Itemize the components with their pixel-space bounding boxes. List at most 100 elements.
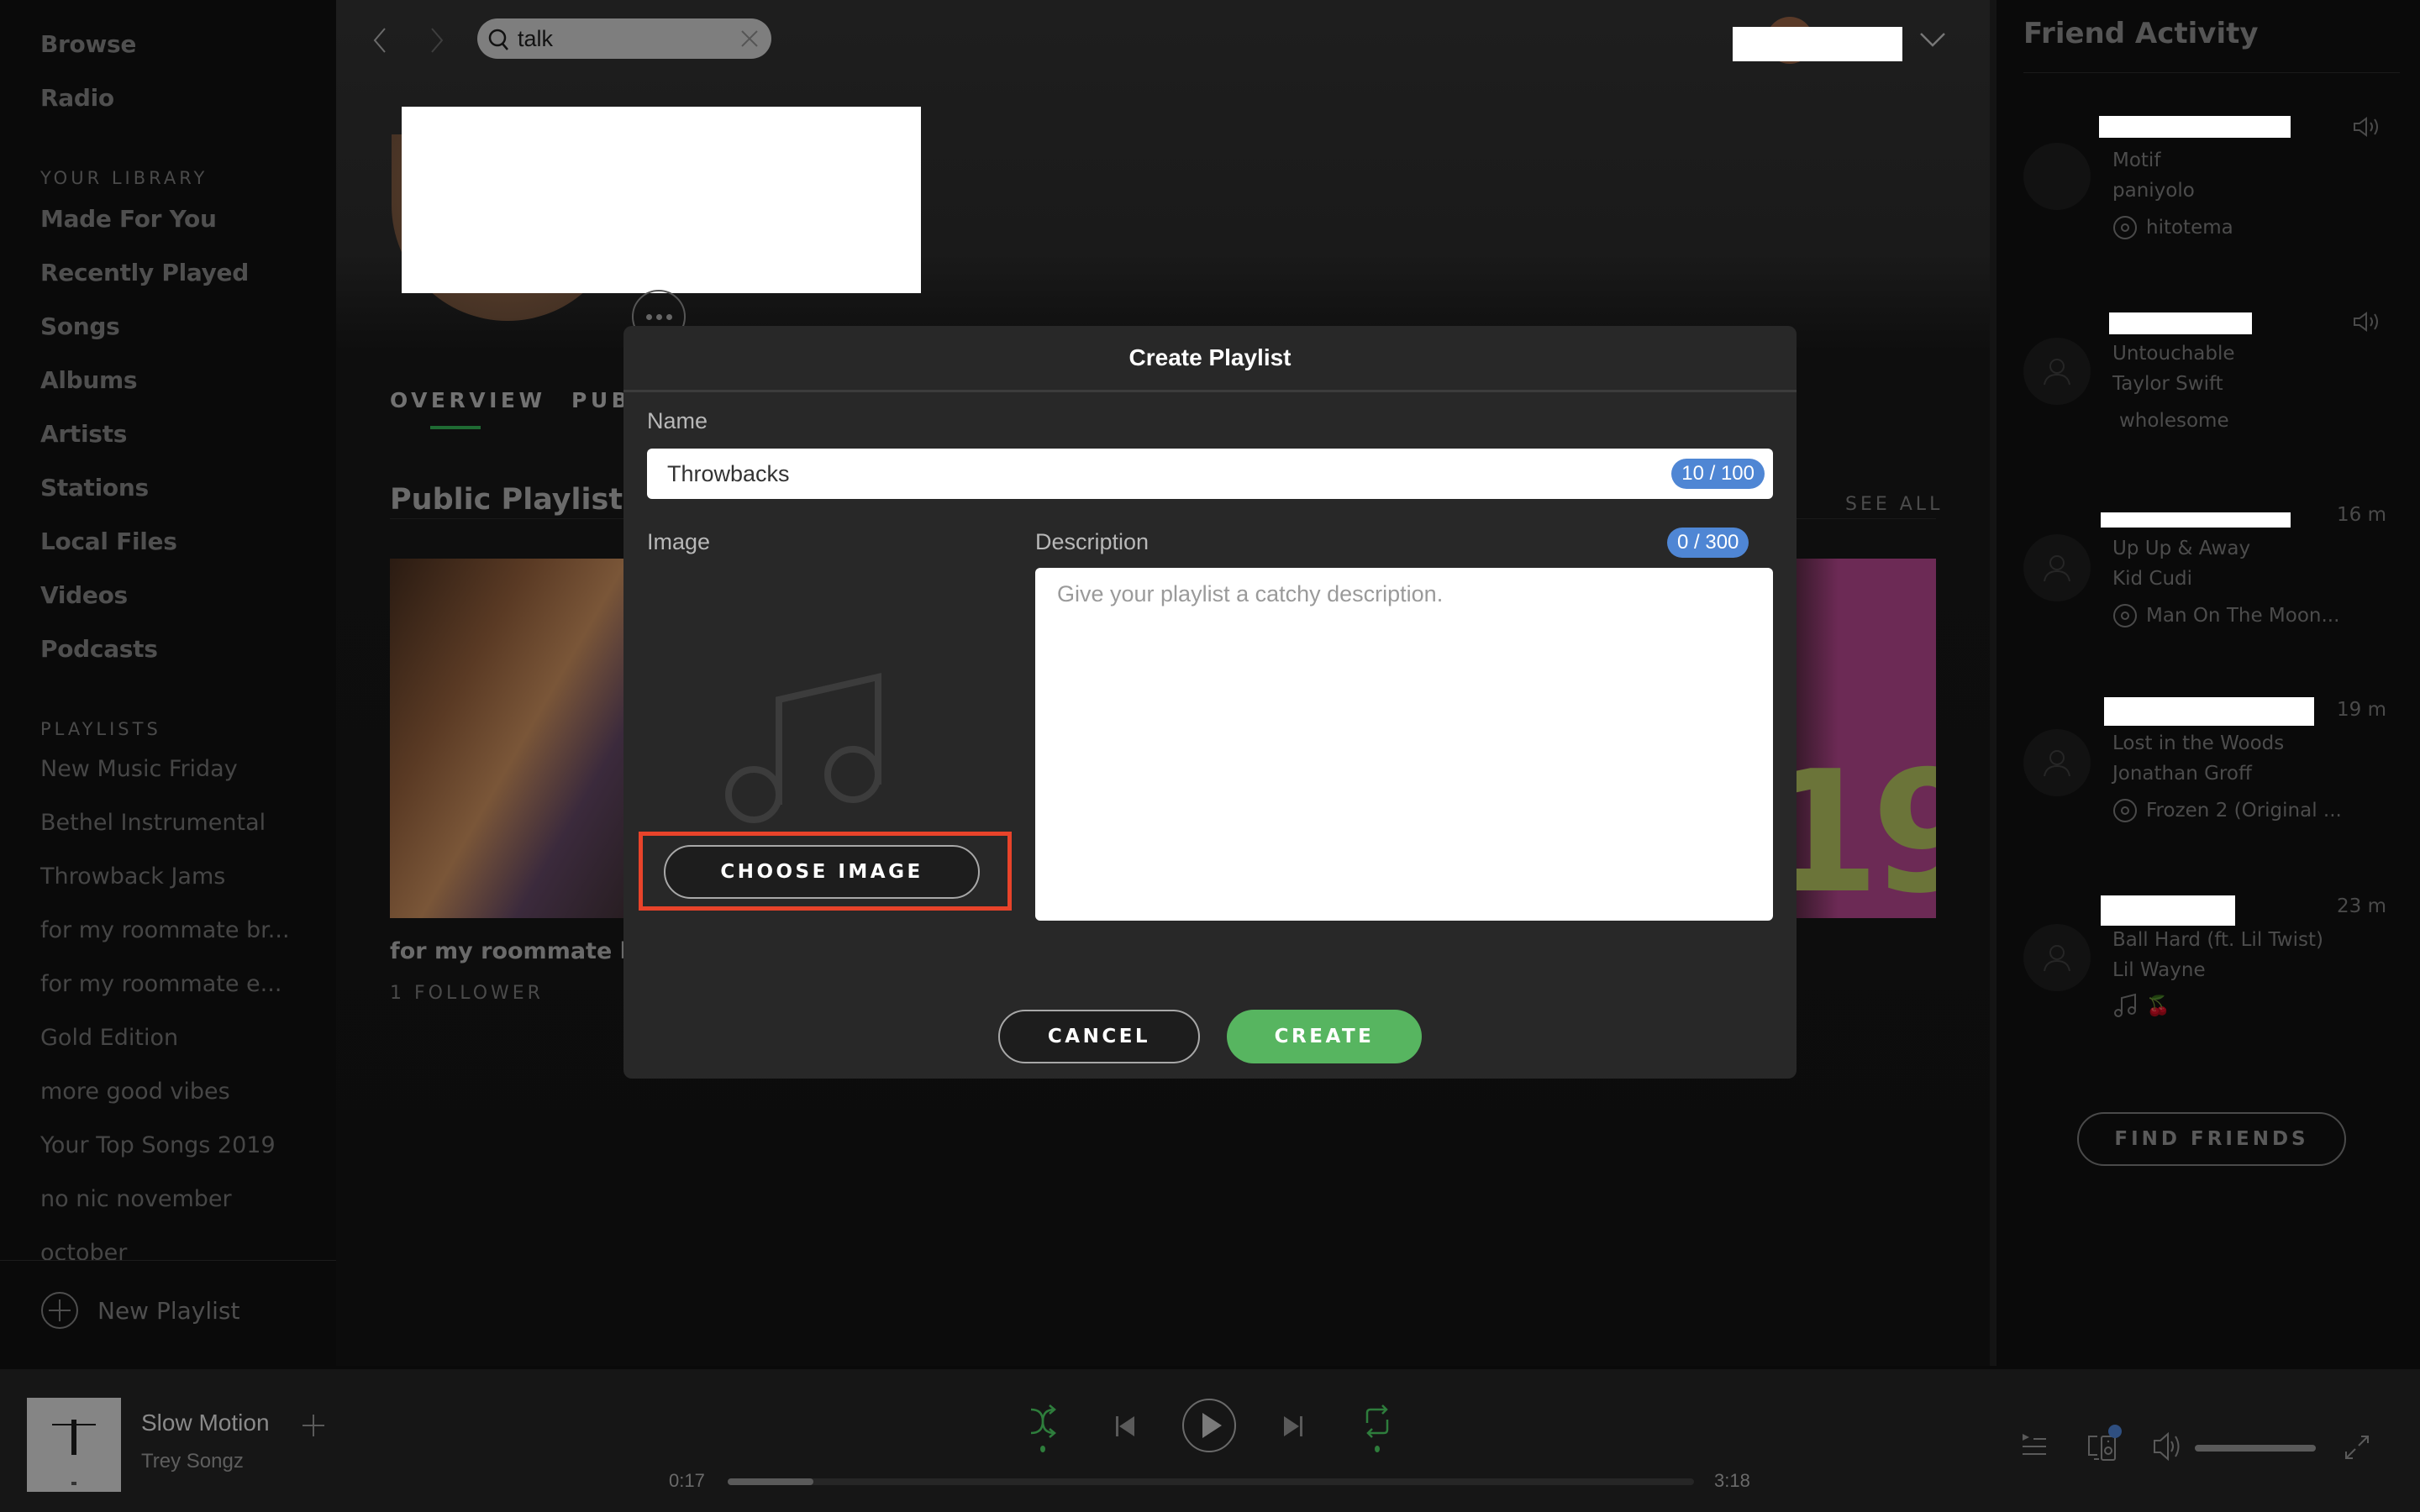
friend-artist[interactable]: Jonathan Groff <box>2112 763 2252 785</box>
create-playlist-dialog: Create Playlist Name Throwbacks 10 / 100… <box>623 326 1797 1079</box>
album-icon <box>2113 604 2137 627</box>
playlist-name-input[interactable]: Throwbacks 10 / 100 <box>647 449 1773 499</box>
cover-text: 19 <box>1797 735 1936 918</box>
dialog-title: Create Playlist <box>1128 344 1292 370</box>
friend-artist[interactable]: Taylor Swift <box>2112 373 2223 395</box>
friend-activity-title: Friend Activity <box>2023 17 2259 50</box>
friend-item[interactable]: Untouchable Taylor Swift wholesome <box>2023 304 2400 472</box>
name-char-counter: 10 / 100 <box>1671 459 1765 489</box>
sidebar-playlist-item[interactable]: october <box>40 1240 127 1260</box>
playlists-heading: PLAYLISTS <box>40 719 161 739</box>
find-friends-button[interactable]: FIND FRIENDS <box>2077 1112 2346 1166</box>
forward-chevron-icon[interactable] <box>425 24 449 57</box>
previous-track-icon[interactable] <box>1114 1415 1136 1438</box>
next-track-icon[interactable] <box>1282 1415 1304 1438</box>
volume-icon[interactable] <box>2153 1431 2183 1462</box>
friend-artist[interactable]: paniyolo <box>2112 180 2195 202</box>
now-playing-artist[interactable]: Trey Songz <box>141 1450 244 1473</box>
back-chevron-icon[interactable] <box>368 24 392 57</box>
friend-artist[interactable]: Lil Wayne <box>2112 959 2206 981</box>
friend-context[interactable]: wholesome <box>2119 410 2229 432</box>
redacted-friend-name <box>2099 116 2291 138</box>
new-playlist-button[interactable]: New Playlist <box>40 1289 240 1331</box>
sidebar-item-stations[interactable]: Stations <box>40 474 149 501</box>
friend-item[interactable]: 16 m Up Up & Away Kid Cudi Man On The Mo… <box>2023 501 2400 669</box>
clear-search-icon[interactable] <box>739 29 760 49</box>
volume-slider[interactable] <box>2195 1445 2316 1452</box>
sidebar-playlist-item[interactable]: for my roommate br... <box>40 917 290 943</box>
search-value[interactable]: talk <box>518 26 553 52</box>
sidebar-item-made-for-you[interactable]: Made For You <box>40 205 217 233</box>
queue-icon[interactable] <box>2022 1433 2047 1458</box>
chevron-down-icon[interactable] <box>1918 30 1947 49</box>
user-silhouette-icon <box>2044 945 2070 972</box>
cancel-button[interactable]: CANCEL <box>998 1010 1200 1063</box>
sidebar-item-albums[interactable]: Albums <box>40 366 138 394</box>
sidebar-playlist-item[interactable]: no nic november <box>40 1186 232 1212</box>
sidebar-playlist-item[interactable]: Gold Edition <box>40 1025 178 1051</box>
redacted-username <box>1733 27 1902 61</box>
name-label: Name <box>647 408 708 433</box>
friend-item[interactable]: Motif paniyolo hitotema <box>2023 109 2400 277</box>
friend-context[interactable]: Man On The Moon... <box>2112 603 2339 628</box>
sidebar-playlist-item[interactable]: Your Top Songs 2019 <box>40 1132 276 1158</box>
sidebar-item-local-files[interactable]: Local Files <box>40 528 177 555</box>
friend-context[interactable]: 🍒 <box>2112 993 2170 1018</box>
friend-avatar <box>2023 729 2091 796</box>
album-icon <box>2113 799 2137 822</box>
description-placeholder: Give your playlist a catchy description. <box>1057 581 1444 606</box>
sidebar-item-videos[interactable]: Videos <box>40 581 128 609</box>
friend-track[interactable]: Lost in the Woods <box>2112 732 2284 754</box>
tab-public-playlists[interactable]: PUBLIC PLAYLISTS <box>571 388 623 412</box>
sidebar: Browse Radio YOUR LIBRARY Made For You R… <box>0 0 336 1366</box>
friend-track[interactable]: Up Up & Away <box>2112 538 2250 559</box>
friend-track[interactable]: Untouchable <box>2112 343 2235 365</box>
friend-context[interactable]: hitotema <box>2112 215 2233 240</box>
search-input[interactable]: talk <box>477 18 771 59</box>
sidebar-item-recently-played[interactable]: Recently Played <box>40 259 249 286</box>
now-playing-cover[interactable] <box>27 1398 121 1492</box>
progress-bar[interactable] <box>728 1478 1694 1485</box>
user-silhouette-icon <box>2044 750 2070 777</box>
see-all-link[interactable]: SEE ALL <box>1845 494 1943 515</box>
repeat-icon[interactable] <box>1363 1403 1392 1453</box>
sidebar-item-artists[interactable]: Artists <box>40 420 127 448</box>
playlist-name-value[interactable]: Throwbacks <box>667 461 790 487</box>
friend-avatar <box>2023 924 2091 991</box>
friend-item[interactable]: 23 m Ball Hard (ft. Lil Twist) Lil Wayne… <box>2023 892 2400 1060</box>
playlist-card-title[interactable]: for my roommate bro <box>390 938 634 964</box>
sidebar-item-songs[interactable]: Songs <box>40 312 120 340</box>
playlist-card-cover[interactable] <box>390 559 659 918</box>
friend-context[interactable]: Frozen 2 (Original ... <box>2112 798 2342 823</box>
fullscreen-icon[interactable] <box>2344 1435 2370 1460</box>
sidebar-playlist-item[interactable]: New Music Friday <box>40 756 238 782</box>
choose-image-button[interactable]: CHOOSE IMAGE <box>664 845 980 899</box>
add-to-library-icon[interactable] <box>301 1413 326 1438</box>
tab-overview[interactable]: OVERVIEW <box>390 388 546 412</box>
friend-track[interactable]: Ball Hard (ft. Lil Twist) <box>2112 929 2323 951</box>
sidebar-item-podcasts[interactable]: Podcasts <box>40 635 158 663</box>
sidebar-item-browse[interactable]: Browse <box>40 30 136 58</box>
user-silhouette-icon <box>2044 555 2070 582</box>
create-button[interactable]: CREATE <box>1227 1010 1422 1063</box>
sidebar-playlist-item[interactable]: for my roommate e... <box>40 971 281 997</box>
sidebar-playlist-item[interactable]: more good vibes <box>40 1079 230 1105</box>
redacted-friend-name <box>2101 512 2291 528</box>
redacted-friend-name <box>2109 312 2252 334</box>
sidebar-playlist-item[interactable]: Throwback Jams <box>40 864 225 890</box>
sidebar-playlist-list[interactable]: New Music Friday Bethel Instrumental Thr… <box>0 748 336 1260</box>
connect-devices-icon[interactable] <box>2087 1425 2124 1462</box>
friend-time: 23 m <box>2337 895 2386 917</box>
friend-artist[interactable]: Kid Cudi <box>2112 568 2192 590</box>
now-playing-title[interactable]: Slow Motion <box>141 1410 270 1436</box>
friend-track[interactable]: Motif <box>2112 150 2160 171</box>
friend-avatar <box>2023 338 2091 405</box>
description-textarea[interactable]: Give your playlist a catchy description. <box>1035 568 1773 921</box>
play-button[interactable] <box>1181 1398 1237 1453</box>
search-icon <box>488 29 508 50</box>
friend-item[interactable]: 19 m Lost in the Woods Jonathan Groff Fr… <box>2023 696 2400 864</box>
sidebar-playlist-item[interactable]: Bethel Instrumental <box>40 810 266 836</box>
sidebar-item-radio[interactable]: Radio <box>40 84 114 112</box>
playlist-card-cover[interactable]: 19 <box>1797 559 1936 918</box>
shuffle-icon[interactable] <box>1028 1403 1057 1453</box>
